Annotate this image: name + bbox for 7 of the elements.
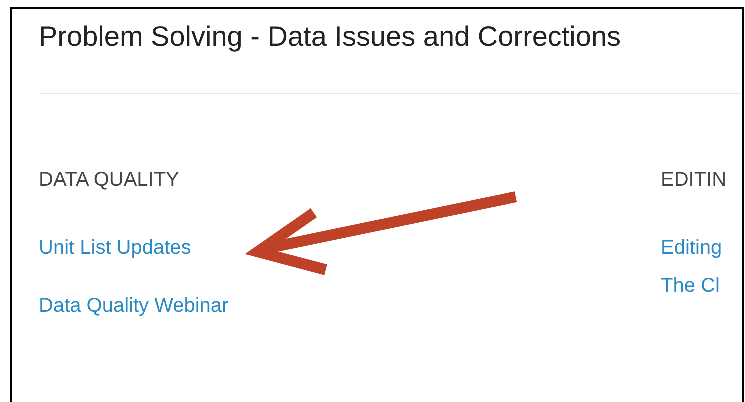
link[interactable]: Data Quality Webinar xyxy=(39,294,229,318)
link[interactable]: The Cl xyxy=(661,274,720,298)
section-heading: DATA QUALITY xyxy=(39,168,180,192)
section-heading: EDITIN xyxy=(661,168,727,192)
page-title: Problem Solving - Data Issues and Corrections xyxy=(39,20,622,54)
link[interactable]: Unit List Updates xyxy=(39,236,192,260)
link[interactable]: Editing xyxy=(661,236,722,260)
